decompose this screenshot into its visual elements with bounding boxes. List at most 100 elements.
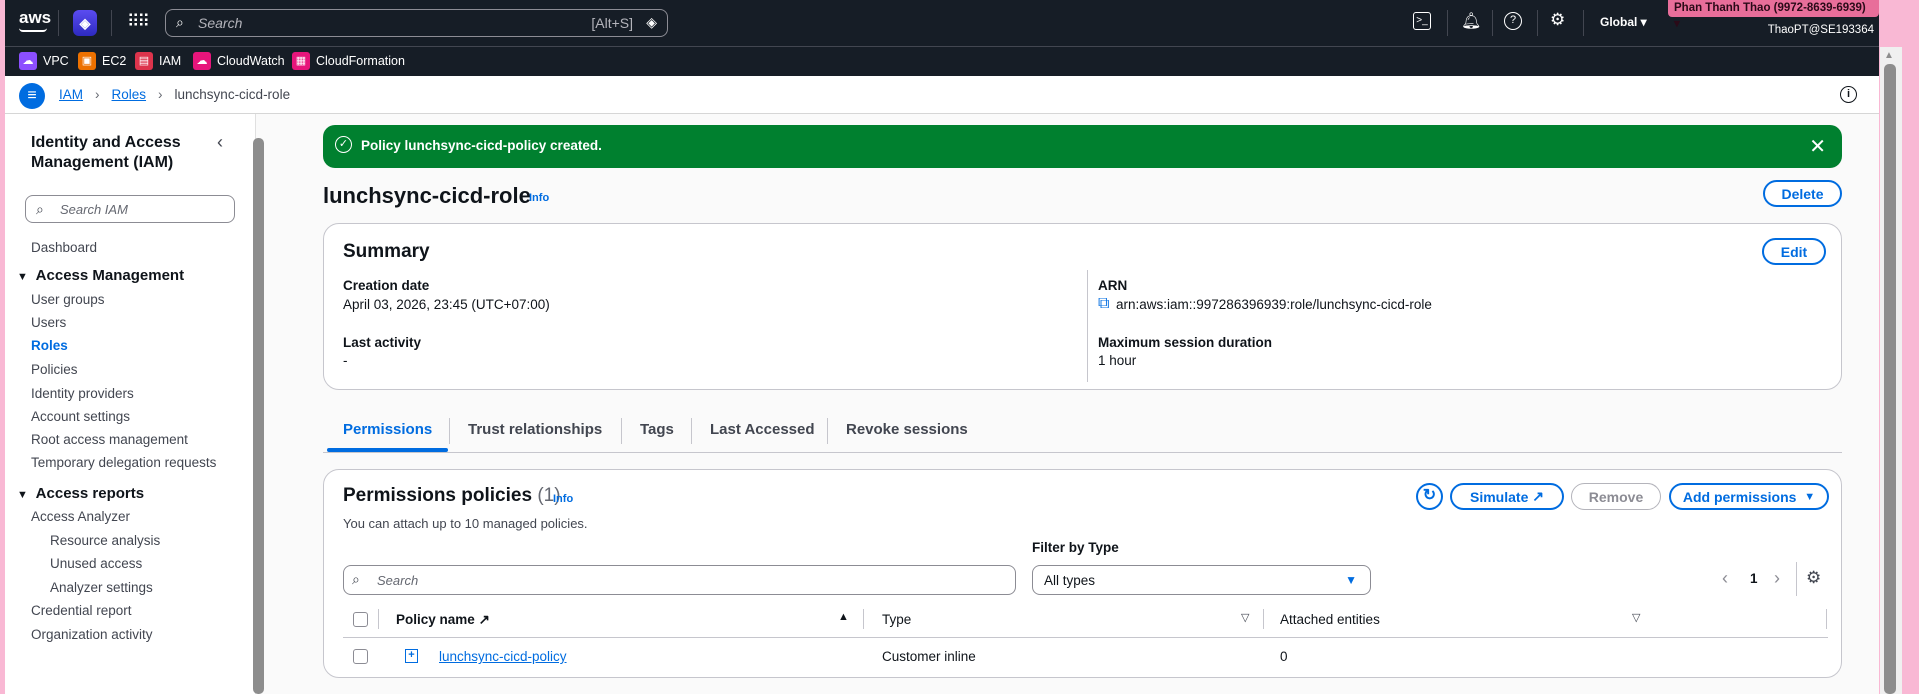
search-icon: ⌕: [36, 201, 44, 217]
favorite-ec2[interactable]: ▣ EC2: [78, 52, 126, 70]
cloudshell-icon[interactable]: >_: [1413, 12, 1431, 30]
favorite-cloudformation[interactable]: ▦ CloudFormation: [292, 52, 405, 70]
page-number[interactable]: 1: [1750, 571, 1758, 586]
aws-smile-icon: [19, 28, 47, 32]
sort-ascending-icon[interactable]: ▲: [838, 611, 849, 623]
column-type[interactable]: Type: [882, 612, 911, 627]
menu-hamburger-icon[interactable]: ≡: [19, 83, 45, 109]
previous-page-icon[interactable]: ‹: [1722, 568, 1728, 589]
summary-card: Summary Edit Creation date April 03, 202…: [323, 223, 1842, 390]
filter-type-select[interactable]: All types ▼: [1032, 565, 1371, 595]
sidebar-item-identity-providers[interactable]: Identity providers: [31, 386, 134, 401]
sidebar-search-placeholder: Search IAM: [60, 202, 128, 217]
sidebar-item-resource-analysis[interactable]: Resource analysis: [50, 533, 160, 548]
tab-trust-relationships[interactable]: Trust relationships: [468, 421, 602, 438]
scroll-up-arrow-icon[interactable]: ▲: [1884, 50, 1894, 61]
remove-button: Remove: [1571, 483, 1661, 510]
sidebar-item-organization-activity[interactable]: Organization activity: [31, 627, 153, 642]
notifications-bell-icon[interactable]: 🔔︎: [1461, 11, 1481, 31]
edit-button[interactable]: Edit: [1762, 238, 1826, 265]
copy-icon[interactable]: ⧉: [1098, 295, 1109, 313]
info-panel-icon[interactable]: i: [1840, 86, 1857, 103]
services-grid-icon[interactable]: ⠿⠿: [127, 12, 150, 32]
tab-permissions[interactable]: Permissions: [343, 421, 432, 438]
section-label: Access reports: [35, 485, 145, 502]
sidebar-item-root-access[interactable]: Root access management: [31, 432, 188, 447]
sort-icon[interactable]: ▽: [1632, 611, 1640, 624]
sidebar-item-dashboard[interactable]: Dashboard: [31, 240, 97, 255]
favorite-label: CloudWatch: [217, 54, 285, 68]
sidebar-search-input[interactable]: ⌕ Search IAM: [25, 195, 235, 223]
region-selector[interactable]: Global ▾: [1600, 15, 1647, 29]
sidebar-scrollbar[interactable]: [253, 138, 264, 694]
external-link-icon: ↗: [1532, 488, 1544, 504]
expand-row-icon[interactable]: +: [405, 649, 418, 663]
simulate-button[interactable]: Simulate ↗: [1450, 483, 1564, 510]
external-link-icon: ↗: [478, 612, 490, 627]
sidebar-item-analyzer-settings[interactable]: Analyzer settings: [50, 580, 153, 595]
account-menu[interactable]: Phan Thanh Thao (9972-8639-6939) ▾: [1668, 0, 1879, 30]
favorite-label: IAM: [159, 54, 182, 68]
filter-type-value: All types: [1044, 573, 1096, 588]
breadcrumb-roles[interactable]: Roles: [112, 87, 147, 102]
arn-value: arn:aws:iam::997286396939:role/lunchsync…: [1116, 297, 1432, 312]
caret-down-icon: ▼: [17, 489, 28, 501]
info-link[interactable]: Info: [553, 493, 573, 505]
max-session-value: 1 hour: [1098, 353, 1137, 368]
help-icon[interactable]: ?: [1504, 12, 1522, 30]
aws-logo[interactable]: aws: [19, 8, 51, 28]
tab-revoke-sessions[interactable]: Revoke sessions: [846, 421, 968, 438]
favorite-vpc[interactable]: ☁ VPC: [19, 52, 69, 70]
sidebar-item-unused-access[interactable]: Unused access: [50, 556, 142, 571]
settings-gear-icon[interactable]: ⚙: [1550, 10, 1565, 30]
next-page-icon[interactable]: ›: [1774, 568, 1780, 589]
sidebar-section-access-reports[interactable]: ▼ Access reports: [17, 485, 144, 502]
row-checkbox[interactable]: [353, 649, 368, 664]
chevron-right-icon: ›: [95, 87, 100, 102]
breadcrumb-bar: ≡ IAM › Roles › lunchsync-cicd-role i: [5, 76, 1879, 114]
table-settings-gear-icon[interactable]: ⚙: [1806, 568, 1821, 588]
tab-tags[interactable]: Tags: [640, 421, 674, 438]
divider: [1796, 562, 1797, 596]
sidebar-item-roles[interactable]: Roles: [31, 338, 68, 353]
column-policy-name[interactable]: Policy name ↗: [396, 612, 490, 628]
search-input[interactable]: ⌕ Search [Alt+S] ◈: [165, 9, 668, 37]
tab-last-accessed[interactable]: Last Accessed: [710, 421, 815, 438]
search-icon: ⌕: [176, 14, 184, 30]
sidebar-item-account-settings[interactable]: Account settings: [31, 409, 130, 424]
attached-entities-count: 0: [1280, 649, 1288, 664]
policy-search-input[interactable]: ⌕ Search: [343, 565, 1016, 595]
add-permissions-button[interactable]: Add permissions ▼: [1669, 483, 1829, 510]
collapse-sidebar-icon[interactable]: ‹: [217, 132, 223, 153]
search-shortcut: [Alt+S]: [591, 15, 633, 31]
refresh-button[interactable]: ↻: [1416, 483, 1443, 510]
sidebar-item-policies[interactable]: Policies: [31, 362, 78, 377]
caret-down-icon: ▼: [1345, 573, 1357, 587]
column-attached-entities[interactable]: Attached entities: [1280, 612, 1380, 627]
sidebar-title: Identity and Access Management (IAM): [31, 134, 181, 171]
sidebar-item-temporary-delegation[interactable]: Temporary delegation requests: [31, 455, 216, 470]
delete-button[interactable]: Delete: [1763, 180, 1842, 207]
sidebar-item-user-groups[interactable]: User groups: [31, 292, 105, 307]
cloudwatch-icon: ☁: [193, 52, 211, 70]
flash-message: Policy lunchsync-cicd-policy created.: [361, 138, 602, 153]
select-all-checkbox[interactable]: [353, 612, 368, 627]
sidebar-item-users[interactable]: Users: [31, 315, 66, 330]
sidebar-section-access-management[interactable]: ▼ Access Management: [17, 267, 184, 284]
summary-title: Summary: [343, 241, 430, 262]
sort-icon[interactable]: ▽: [1241, 611, 1249, 624]
close-icon[interactable]: ✕: [1809, 134, 1826, 159]
column-divider: [1087, 270, 1088, 382]
sidebar-item-access-analyzer[interactable]: Access Analyzer: [31, 509, 130, 524]
button-label: Add permissions: [1682, 488, 1797, 505]
amazon-q-icon[interactable]: ◈: [73, 10, 97, 36]
breadcrumb-iam[interactable]: IAM: [59, 87, 83, 102]
sidebar-item-credential-report[interactable]: Credential report: [31, 603, 132, 618]
favorite-iam[interactable]: ▤ IAM: [135, 52, 181, 70]
tabs-divider: [323, 452, 1842, 453]
ec2-icon: ▣: [78, 52, 96, 70]
favorite-cloudwatch[interactable]: ☁ CloudWatch: [193, 52, 285, 70]
page-scrollbar[interactable]: [1884, 64, 1896, 694]
info-link[interactable]: Info: [529, 192, 549, 204]
policy-name-link[interactable]: lunchsync-cicd-policy: [439, 649, 567, 664]
